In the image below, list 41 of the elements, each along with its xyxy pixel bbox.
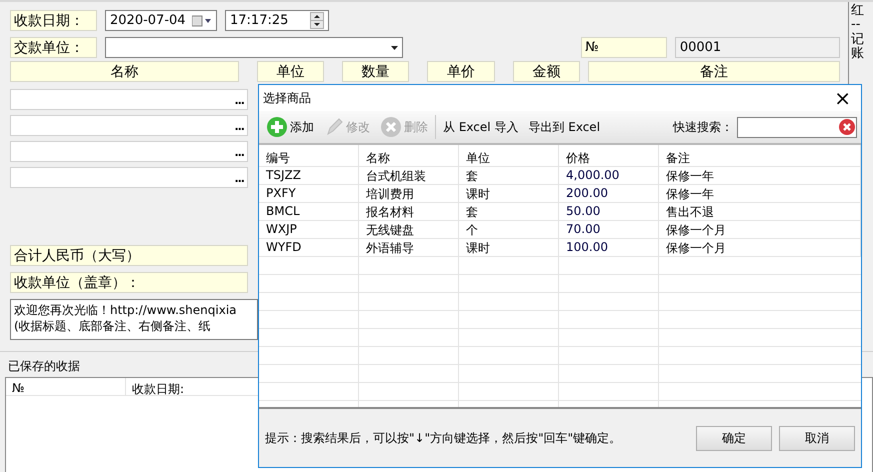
time-field[interactable]: 17:17:25 [225,10,329,31]
hint-text: 提示：搜索结果后，可以按"↓"方向键选择，然后按"回车"键确定。 [265,430,622,446]
dropdown-icon [391,46,398,50]
field-label: 收款日期： [10,10,97,31]
close-button[interactable]: × [828,88,857,108]
item-name-field[interactable]: ... [10,89,248,110]
item-name-field[interactable]: ... [10,167,248,188]
search-field[interactable] [737,116,857,138]
spinner-icon[interactable] [310,12,324,29]
date-picker[interactable]: 2020-07-04 [105,10,217,31]
field-label: 收款单位（盖章）： [10,272,248,293]
excel-button[interactable]: 导出到 Excel [525,113,604,141]
excel-button[interactable]: 从 Excel 导入 [440,113,522,141]
ok-button[interactable]: 确定 [696,426,772,450]
side-note: 红--记账 [851,4,864,62]
item-name-field[interactable]: ... [10,141,248,162]
payer-dropdown[interactable] [104,37,404,58]
column-header: 备注 [588,61,840,82]
delete-icon [380,116,402,138]
field-label: № [581,37,667,58]
column-header: 单价 [427,61,495,82]
search-label: 快速搜索： [673,118,733,136]
add-button[interactable]: 添加 [263,113,317,141]
column-header: № [6,378,126,396]
group-title: 已保存的收据 [8,358,81,375]
add-icon [266,116,288,138]
dialog-title: 选择商品 [263,90,311,106]
field-label: 交款单位： [10,37,97,58]
item-name-field[interactable]: ... [10,115,248,136]
cancel-button[interactable]: 取消 [779,426,855,450]
footer-note-field[interactable]: 欢迎您再次光临！http://www.shenqixia (收据标题、底部备注、右侧备注、纸 [10,299,258,340]
column-header: 名称 [10,61,239,82]
field-label: 合计人民币（大写） [10,245,248,266]
column-header: 单位 [256,61,324,82]
column-header: 数量 [342,61,410,82]
column-header: 金额 [512,61,580,82]
clear-icon[interactable] [838,118,856,136]
pencil-icon [324,116,344,138]
column-header: 备注 [659,145,861,167]
receipt-number-field: 00001 [674,37,840,58]
calendar-icon [192,14,212,26]
